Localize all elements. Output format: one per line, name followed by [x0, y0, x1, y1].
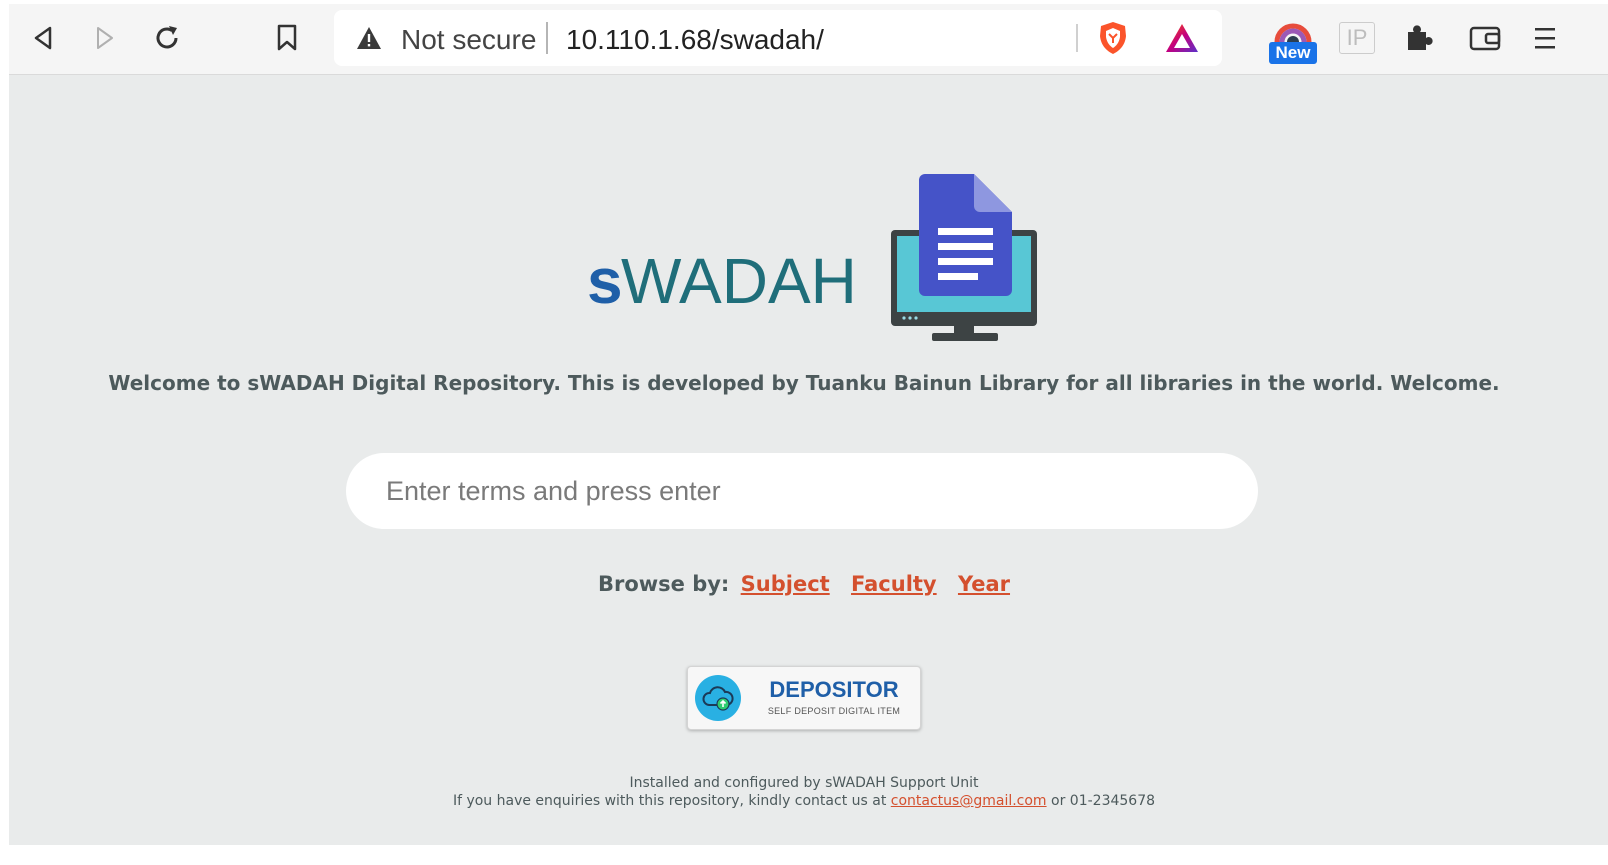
url-text[interactable]: 10.110.1.68/swadah/	[566, 24, 824, 56]
forward-arrow-icon	[97, 27, 113, 49]
search-input[interactable]	[346, 453, 1258, 529]
footer-installed-text: Installed and configured by sWADAH Suppo…	[629, 775, 979, 791]
cloud-upload-icon	[702, 686, 734, 711]
hamburger-menu-icon	[1535, 28, 1555, 49]
browse-label: Browse by:	[597, 572, 730, 596]
contact-email-link[interactable]: contactus@gmail.com	[891, 793, 1047, 809]
brave-shield-icon[interactable]	[1096, 20, 1130, 56]
extension-new-button[interactable]: New	[1269, 16, 1317, 64]
brave-rewards-icon[interactable]	[1164, 22, 1200, 54]
browse-year-link[interactable]: Year	[958, 572, 1010, 596]
footer-contact-text: If you have enquiries with this reposito…	[9, 793, 1599, 809]
depositor-title: DEPOSITOR	[769, 677, 899, 702]
footer-contact-prefix: If you have enquiries with this reposito…	[452, 793, 887, 809]
menu-button[interactable]	[1529, 18, 1559, 58]
browse-by-links: Browse by: Subject Faculty Year	[9, 572, 1599, 596]
swadah-logo[interactable]: s WADAH	[584, 170, 1054, 354]
new-badge: New	[1269, 42, 1317, 64]
logo-wadah-text: WADAH	[621, 245, 857, 317]
reload-icon	[156, 26, 178, 49]
document-icon	[919, 174, 1012, 296]
address-separator-right	[1076, 24, 1078, 52]
ip-extension-button[interactable]: IP	[1339, 22, 1375, 54]
puzzle-piece-icon	[1408, 25, 1433, 50]
wallet-icon	[1469, 26, 1501, 51]
page-content: s WADAH Welcome to sWADAH Digital Reposi…	[9, 75, 1608, 845]
bookmark-button[interactable]	[267, 18, 307, 58]
browse-faculty-link[interactable]: Faculty	[851, 572, 937, 596]
browse-subject-link[interactable]: Subject	[741, 572, 830, 596]
depositor-subtitle: SELF DEPOSIT DIGITAL ITEM	[767, 706, 901, 716]
browser-toolbar: Not secure 10.110.1.68/swadah/ New IP	[9, 4, 1608, 75]
warning-triangle-icon	[357, 27, 381, 49]
address-separator	[546, 22, 548, 54]
browser-window: Not secure 10.110.1.68/swadah/ New IP s …	[9, 4, 1608, 865]
wallet-button[interactable]	[1465, 18, 1505, 58]
welcome-message: Welcome to sWADAH Digital Repository. Th…	[108, 371, 1500, 395]
forward-button[interactable]	[85, 18, 125, 58]
bookmark-icon	[277, 24, 297, 51]
depositor-circle	[695, 675, 741, 721]
back-arrow-icon	[34, 26, 52, 50]
reload-button[interactable]	[147, 18, 187, 58]
extensions-button[interactable]	[1399, 18, 1439, 58]
logo-s-text: s	[587, 245, 623, 317]
back-button[interactable]	[23, 18, 63, 58]
depositor-button[interactable]: DEPOSITOR SELF DEPOSIT DIGITAL ITEM	[687, 666, 921, 730]
footer-contact-suffix: or 01-2345678	[1051, 793, 1156, 809]
address-bar[interactable]: Not secure 10.110.1.68/swadah/	[334, 10, 1222, 66]
security-status-label[interactable]: Not secure	[401, 24, 536, 56]
